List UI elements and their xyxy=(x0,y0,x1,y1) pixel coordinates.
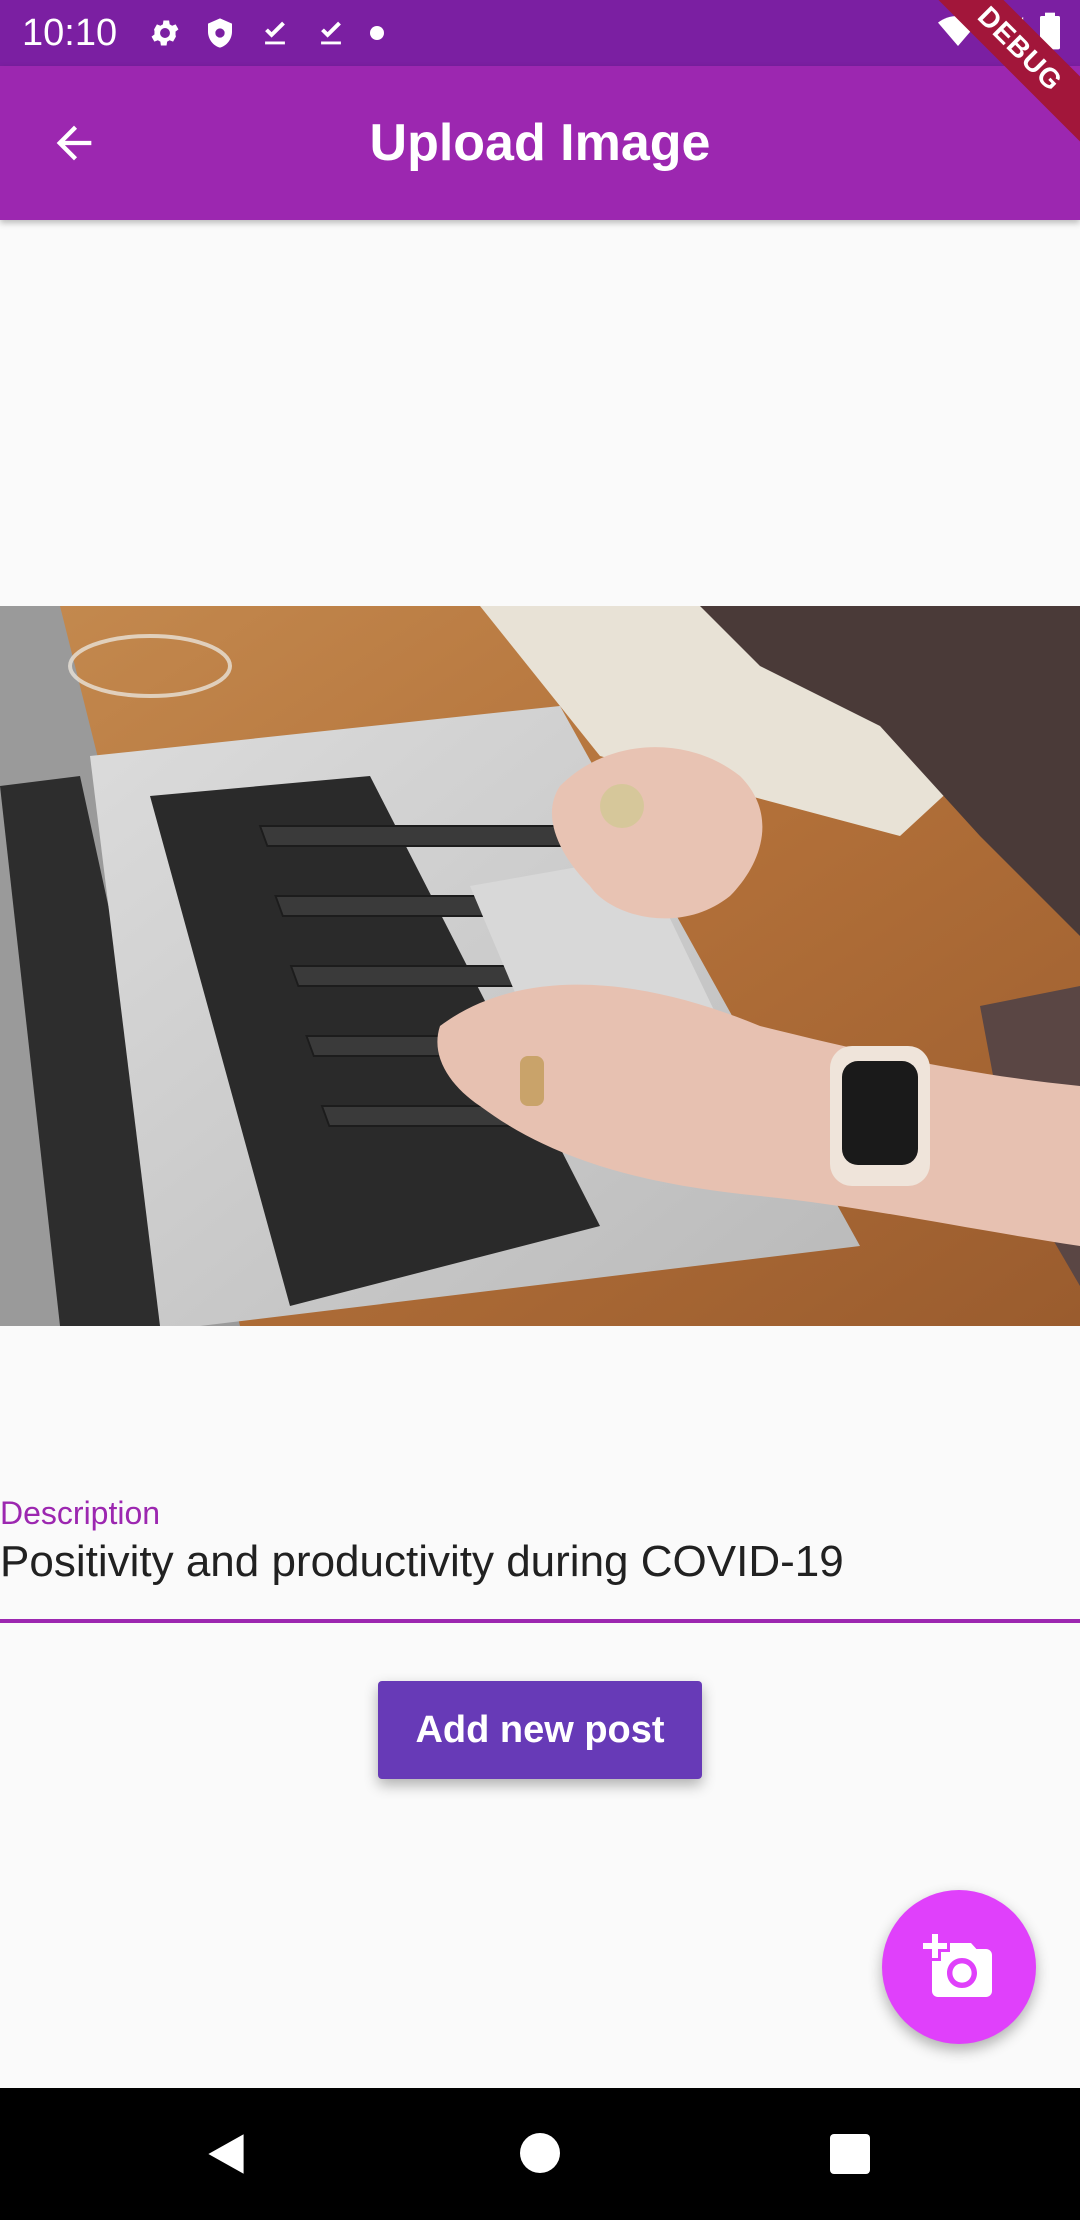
add-photo-camera-icon xyxy=(923,1934,992,1997)
status-time: 10:10 xyxy=(22,12,118,54)
description-field[interactable] xyxy=(0,1536,1080,1588)
add-photo-fab[interactable] xyxy=(882,1890,1036,2044)
description-underline xyxy=(0,1619,1080,1623)
nav-back-icon[interactable] xyxy=(204,2132,248,2181)
post-image-preview xyxy=(0,606,1080,1326)
system-nav-bar xyxy=(0,2088,1080,2220)
status-notification-icons xyxy=(148,14,384,52)
nav-home-icon[interactable] xyxy=(520,2133,560,2173)
app-bar: Upload Image xyxy=(0,66,1080,220)
shield-icon xyxy=(204,16,236,50)
description-label: Description xyxy=(0,1495,161,1531)
download-done-icon xyxy=(258,16,292,50)
download-done-icon xyxy=(314,16,348,50)
dot-icon xyxy=(370,26,384,40)
gear-icon xyxy=(148,16,182,50)
page-title: Upload Image xyxy=(369,114,711,172)
add-new-post-button[interactable]: Add new post xyxy=(378,1681,702,1779)
status-bar: 10:10 xyxy=(0,0,1080,66)
nav-recents-icon[interactable] xyxy=(830,2134,870,2174)
